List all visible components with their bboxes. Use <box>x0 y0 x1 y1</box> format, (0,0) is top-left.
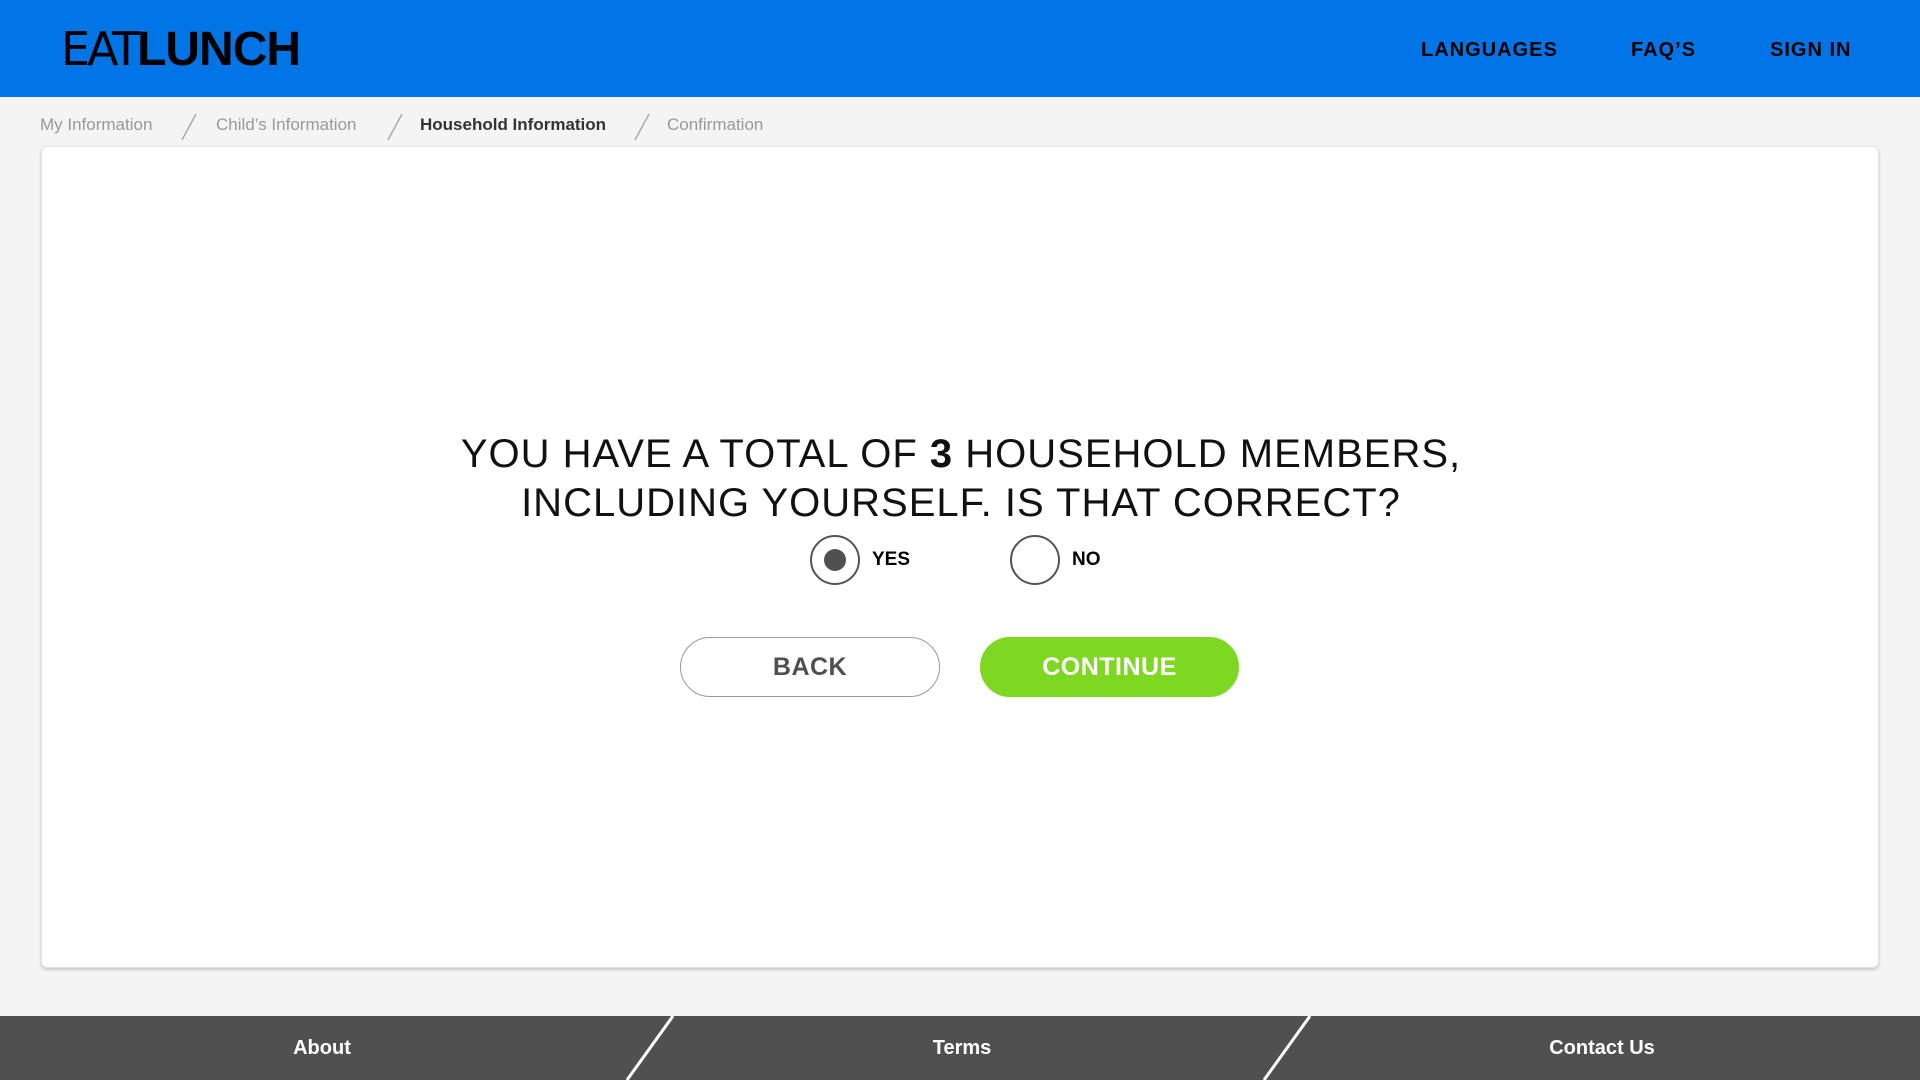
breadcrumb-separator <box>387 113 403 141</box>
radio-yes-label[interactable]: YES <box>872 548 910 572</box>
logo-bold-text: LUNCH <box>137 23 301 76</box>
breadcrumb-separator <box>181 113 197 141</box>
top-header: EATLUNCH LANGUAGES FAQ’S SIGN IN <box>0 0 1920 97</box>
nav-languages[interactable]: LANGUAGES <box>1421 38 1558 62</box>
logo-light-text: EAT <box>61 22 140 76</box>
radio-yes-circle[interactable] <box>810 535 860 585</box>
question-suffix: HOUSEHOLD MEMBERS, <box>953 432 1462 476</box>
footer: About Terms Contact Us <box>0 1016 1920 1080</box>
breadcrumb-childs-information[interactable]: Child’s Information <box>216 112 356 138</box>
breadcrumb-household-information[interactable]: Household Information <box>420 112 606 138</box>
footer-divider <box>625 1016 675 1080</box>
household-count: 3 <box>929 432 954 476</box>
breadcrumb-separator <box>634 113 650 141</box>
yes-no-radio-group: YES NO <box>42 535 1880 585</box>
nav-faqs[interactable]: FAQ’S <box>1631 38 1696 62</box>
nav-sign-in[interactable]: SIGN IN <box>1770 38 1851 62</box>
breadcrumb-my-information[interactable]: My Information <box>40 112 152 138</box>
household-confirm-card: YOU HAVE A TOTAL OF 3 HOUSEHOLD MEMBERS,… <box>41 146 1879 968</box>
radio-no-circle[interactable] <box>1010 535 1060 585</box>
breadcrumb: My Information Child’s Information House… <box>40 112 800 141</box>
radio-no-label[interactable]: NO <box>1072 548 1101 572</box>
footer-terms-link[interactable]: Terms <box>862 1036 1062 1060</box>
footer-about-link[interactable]: About <box>222 1036 422 1060</box>
question-prefix: YOU HAVE A TOTAL OF <box>460 432 930 476</box>
footer-contact-us-link[interactable]: Contact Us <box>1502 1036 1702 1060</box>
continue-button[interactable]: CONTINUE <box>980 637 1239 697</box>
household-count-question: YOU HAVE A TOTAL OF 3 HOUSEHOLD MEMBERS,… <box>42 430 1880 528</box>
question-line-1: YOU HAVE A TOTAL OF 3 HOUSEHOLD MEMBERS, <box>42 430 1880 479</box>
breadcrumb-confirmation[interactable]: Confirmation <box>667 112 763 138</box>
eatlunch-logo[interactable]: EATLUNCH <box>61 22 301 76</box>
footer-divider <box>1262 1016 1312 1080</box>
question-line-2: INCLUDING YOURSELF. IS THAT CORRECT? <box>521 481 1401 525</box>
back-button[interactable]: BACK <box>680 637 940 697</box>
